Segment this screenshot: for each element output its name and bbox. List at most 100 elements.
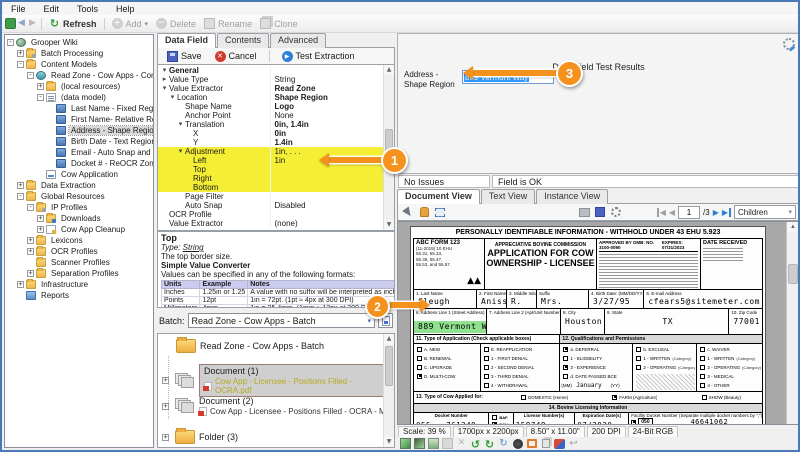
property-value[interactable]: 0in — [271, 129, 384, 138]
rename-button[interactable]: Rename — [200, 17, 256, 30]
batch-root-item[interactable]: Read Zone - Cow Apps - Batch — [176, 339, 324, 353]
viewer-tool[interactable] — [465, 206, 479, 219]
property-value[interactable]: Disabled — [271, 201, 384, 210]
last-page-icon[interactable]: ▶ — [722, 208, 731, 217]
expand-arrow-icon[interactable] — [160, 66, 169, 75]
batch-folder-3[interactable]: + Folder (3) — [162, 430, 238, 444]
tree-item[interactable]: + Lexicons — [5, 235, 153, 246]
image-tool[interactable] — [526, 438, 537, 449]
property-row[interactable]: Value Extractor (none) — [158, 219, 383, 228]
document-page[interactable]: PERSONALLY IDENTIFIABLE INFORMATION - WI… — [410, 226, 766, 425]
batch-combo[interactable]: Read Zone - Cow Apps - Batch▾ — [188, 313, 375, 328]
scroll-thumb[interactable] — [385, 346, 393, 386]
batch-document-2[interactable]: + Document (2) Cow App - Licensee - Posi… — [162, 396, 395, 416]
scroll-down-icon[interactable]: ▼ — [384, 220, 394, 230]
image-tool[interactable] — [484, 438, 495, 449]
property-value[interactable]: 0in, 1.4in — [271, 120, 384, 129]
tree-expander-icon[interactable]: - — [17, 61, 24, 68]
back-icon[interactable] — [16, 18, 27, 29]
tree-expander-icon[interactable]: + — [17, 182, 24, 189]
property-value[interactable]: Read Zone — [271, 84, 384, 93]
tree-item[interactable]: - IP Profiles — [5, 202, 153, 213]
tree-item[interactable]: + Data Extraction — [5, 180, 153, 191]
image-tool[interactable] — [568, 438, 579, 449]
property-row[interactable]: Right — [158, 174, 383, 183]
page-number-input[interactable] — [678, 206, 700, 219]
image-tool[interactable] — [428, 438, 439, 449]
tree-expander-icon[interactable]: - — [27, 72, 34, 79]
image-tool[interactable] — [456, 438, 467, 449]
batch-filter-caret-icon[interactable]: ▾ — [367, 317, 371, 325]
tree-expander-icon[interactable]: - — [27, 204, 34, 211]
forward-icon[interactable] — [27, 18, 38, 29]
viewer-tool[interactable] — [401, 206, 415, 219]
viewer-tool[interactable] — [449, 206, 463, 219]
viewer-tool[interactable] — [561, 206, 575, 219]
tree-item[interactable]: Cow Application — [5, 169, 153, 180]
tree-item[interactable]: Scanner Profiles — [5, 257, 153, 268]
expand-arrow-icon[interactable] — [160, 84, 169, 93]
cancel-button[interactable]: Cancel — [211, 50, 261, 63]
property-row[interactable]: General — [158, 66, 383, 75]
batch-tree-scrollbar[interactable]: ▲ ▼ — [383, 334, 394, 447]
tree-expander-icon[interactable]: - — [7, 39, 14, 46]
editor-tab[interactable]: Advanced — [270, 33, 326, 48]
viewer-tool[interactable] — [513, 206, 527, 219]
tree-item[interactable]: - Grooper Wiki — [5, 37, 153, 48]
property-value[interactable]: None — [271, 111, 384, 120]
property-row[interactable]: Value Extractor Read Zone — [158, 84, 383, 93]
expand-arrow-icon[interactable] — [160, 75, 169, 84]
test-extraction-button[interactable]: Test Extraction — [278, 50, 359, 63]
tree-item[interactable]: - Content Models — [5, 59, 153, 70]
scroll-up-icon[interactable]: ▲ — [384, 334, 394, 344]
property-value[interactable]: String — [271, 75, 384, 84]
scroll-down-icon[interactable]: ▼ — [384, 437, 394, 447]
viewer-tab[interactable]: Text View — [481, 189, 535, 204]
viewer-tool[interactable] — [545, 206, 559, 219]
expand-arrow-icon[interactable] — [176, 120, 185, 129]
tree-item[interactable]: Reports — [5, 290, 153, 301]
property-row[interactable]: Location Shape Region — [158, 93, 383, 102]
document-viewport[interactable]: PERSONALLY IDENTIFIABLE INFORMATION - WI… — [397, 221, 800, 425]
add-button[interactable]: Add▾ — [108, 17, 153, 30]
menu-item[interactable]: Edit — [35, 4, 69, 14]
property-row[interactable]: Anchor Point None — [158, 111, 383, 120]
scope-dropdown[interactable]: Children▾ — [734, 205, 796, 219]
tree-item[interactable]: - Read Zone - Cow Apps - Content Moc — [5, 70, 153, 81]
menu-item[interactable]: Tools — [68, 4, 107, 14]
first-page-icon[interactable]: ◀ — [657, 208, 666, 217]
viewer-tool[interactable] — [417, 206, 431, 219]
tree-item[interactable]: Last Name - Fixed Region — [5, 103, 153, 114]
tree-expander-icon[interactable]: - — [17, 193, 24, 200]
viewer-tool[interactable] — [593, 206, 607, 219]
property-value[interactable]: Logo — [271, 102, 384, 111]
property-value[interactable]: Shape Region — [271, 93, 384, 102]
viewer-tool[interactable] — [481, 206, 495, 219]
type-link[interactable]: String — [183, 243, 204, 252]
next-page-icon[interactable]: ▶ — [713, 208, 719, 217]
image-tool[interactable] — [498, 438, 509, 449]
menu-item[interactable]: File — [2, 4, 35, 14]
property-row[interactable]: Shape Name Logo — [158, 102, 383, 111]
viewer-tab[interactable]: Document View — [397, 189, 480, 204]
tree-item[interactable]: Birth Date - Text Region — [5, 136, 153, 147]
delete-button[interactable]: Delete — [152, 17, 200, 30]
tree-item[interactable]: Address - Shape Region — [5, 125, 153, 136]
editor-tab[interactable]: Data Field — [157, 33, 216, 48]
tree-item[interactable]: + Batch Processing — [5, 48, 153, 59]
tree-expander-icon[interactable]: + — [162, 403, 169, 410]
tree-item[interactable]: + Downloads — [5, 213, 153, 224]
tree-expander-icon[interactable]: + — [37, 226, 44, 233]
results-settings-icon[interactable] — [783, 38, 795, 50]
tree-expander-icon[interactable]: + — [162, 377, 169, 384]
image-tool[interactable] — [554, 438, 565, 449]
tree-expander-icon[interactable]: - — [37, 94, 44, 101]
app-icon[interactable] — [5, 18, 16, 29]
editor-tab[interactable]: Contents — [217, 33, 269, 48]
scroll-up-icon[interactable]: ▲ — [787, 222, 799, 232]
tree-item[interactable]: - Global Resources — [5, 191, 153, 202]
tree-expander-icon[interactable]: + — [162, 434, 169, 441]
property-row[interactable]: Auto Snap Disabled — [158, 201, 383, 210]
image-tool[interactable] — [414, 438, 425, 449]
save-button[interactable]: Save — [163, 50, 206, 63]
